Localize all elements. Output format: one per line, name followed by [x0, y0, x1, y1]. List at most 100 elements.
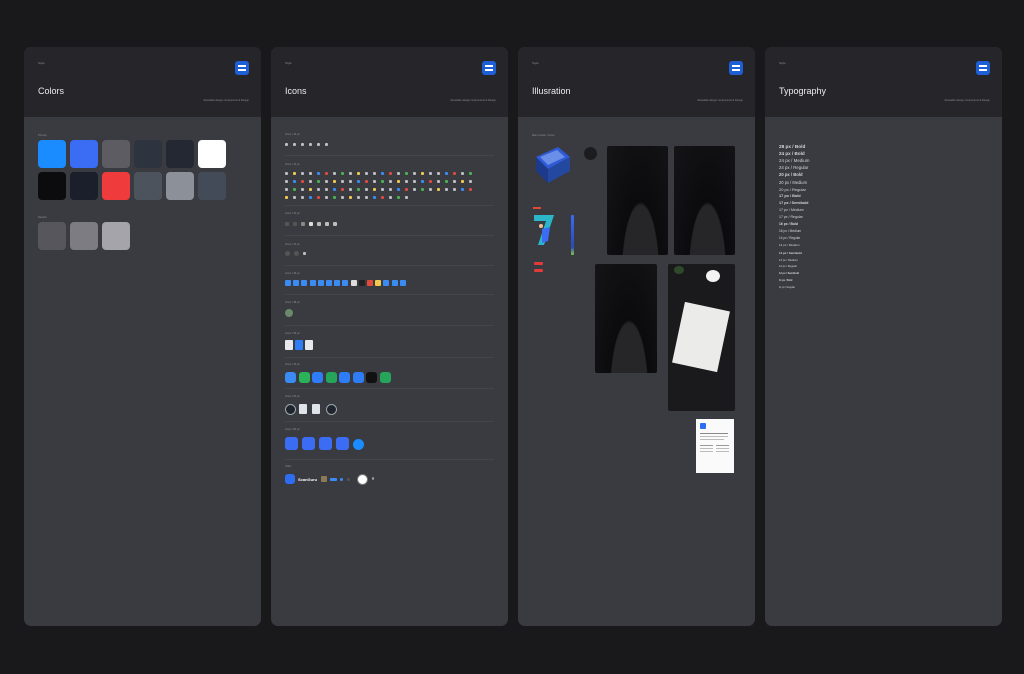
text-app-icon — [319, 437, 332, 450]
glyph-icon — [285, 188, 288, 191]
file-icon — [312, 404, 320, 414]
paper-document-image — [672, 301, 730, 373]
section-divider — [285, 388, 494, 389]
target-icon — [326, 404, 337, 415]
type-style: 20 px / Bold — [779, 172, 803, 178]
glyph-icon — [453, 172, 456, 175]
glyph-icon — [349, 180, 352, 183]
outline-icon — [309, 222, 313, 226]
icons-section-label: Icons / 16 px — [285, 133, 300, 136]
glyph-icon — [341, 180, 344, 183]
document-icon — [305, 340, 313, 350]
glyph-icon — [389, 172, 392, 175]
document-icon — [295, 340, 303, 350]
icons-section-label: Icons / 36 px — [285, 272, 300, 275]
phone-illustration-icon — [536, 147, 570, 183]
glyph-icon — [301, 188, 304, 191]
glyph-icon — [293, 196, 296, 199]
illustration-title: Illusration — [532, 86, 571, 96]
typography-header: Style Typography Reusable design compone… — [765, 47, 1002, 117]
icons-section-label: Icons / 80 px — [285, 428, 300, 431]
glyph-icon — [437, 180, 440, 183]
app-icon — [298, 372, 310, 383]
service-icon — [309, 280, 316, 286]
globe-icon — [285, 309, 293, 317]
neutral-colors-label: Neutral — [38, 216, 47, 219]
icons-section-label: Icons / 48 px — [285, 301, 300, 304]
section-divider — [285, 459, 494, 460]
outline-icon — [301, 222, 305, 226]
app-icon — [366, 372, 377, 383]
small-icon — [301, 143, 304, 146]
glyph-icon — [357, 196, 360, 199]
glyph-icon — [349, 196, 352, 199]
number-seven-illustration-icon — [534, 215, 554, 245]
glyph-icon — [405, 188, 408, 191]
glyph-icon — [357, 172, 360, 175]
glyph-icon — [365, 196, 368, 199]
illustration-subtitle: Reusable design components & Design — [697, 99, 743, 102]
type-style: 14 px / Regular — [779, 236, 801, 241]
glyph-icon — [301, 172, 304, 175]
color-swatch — [70, 172, 98, 200]
badge-icon — [534, 269, 543, 272]
icons-section-label: Other — [285, 465, 292, 468]
glyph-icon — [469, 172, 472, 175]
glyph-icon — [373, 180, 376, 183]
moon-icon — [294, 251, 299, 256]
photo-icon — [321, 476, 327, 482]
app-logo-icon — [235, 61, 249, 75]
color-swatch — [166, 172, 194, 200]
glyph-icon — [309, 196, 312, 199]
glyph-icon — [309, 188, 312, 191]
section-divider — [285, 235, 494, 236]
glyph-icon — [349, 188, 352, 191]
illustration-section-label: Main screen / Icons — [532, 134, 555, 137]
illustration-header: Style Illusration Reusable design compon… — [518, 47, 755, 117]
glyph-icon — [333, 188, 336, 191]
glyph-icon — [469, 180, 472, 183]
section-divider — [285, 421, 494, 422]
glyph-icon — [397, 180, 400, 183]
glyph-icon — [405, 180, 408, 183]
glyph-icon — [285, 196, 288, 199]
type-style: 12 px / Regular — [779, 264, 798, 268]
scan-icon — [285, 404, 296, 415]
section-divider — [285, 265, 494, 266]
type-style: 20 px / Regular — [779, 186, 806, 192]
app-icon — [339, 372, 350, 383]
type-style: 17 px / Semibold — [779, 200, 809, 205]
service-icon — [358, 280, 365, 286]
small-icon — [317, 143, 320, 146]
type-style: 24 px / Medium — [779, 158, 810, 164]
type-style: 28 px / Bold — [779, 144, 806, 149]
desk-photo-image — [668, 264, 735, 411]
outline-icon — [317, 222, 321, 226]
toggle-icon — [330, 478, 337, 481]
colors-caption: Style — [38, 61, 45, 65]
app-logo-icon — [729, 61, 743, 75]
glyph-icon — [389, 196, 392, 199]
color-swatch — [102, 140, 130, 168]
service-icon — [383, 280, 390, 286]
glyph-icon — [429, 172, 432, 175]
service-icon — [301, 280, 308, 286]
glyph-icon — [317, 172, 320, 175]
colors-header: Style Colors Reusable design components … — [24, 47, 261, 117]
glyph-icon — [373, 172, 376, 175]
glyph-icon — [357, 180, 360, 183]
glyph-icon — [397, 188, 400, 191]
app-logo-icon — [482, 61, 496, 75]
illustration-caption: Style — [532, 61, 539, 65]
service-icon — [326, 280, 332, 286]
color-swatch — [70, 140, 98, 168]
scan-app-icon — [285, 437, 298, 450]
glyph-icon — [381, 180, 384, 183]
glyph-icon — [445, 188, 448, 191]
color-swatch — [102, 172, 130, 200]
glyph-icon — [325, 196, 328, 199]
icons-section-label: Icons / 40 px — [285, 363, 300, 366]
plant-icon — [674, 266, 684, 274]
colors-panel: Style Colors Reusable design components … — [24, 47, 261, 626]
primary-colors-label: Primary — [38, 134, 47, 137]
